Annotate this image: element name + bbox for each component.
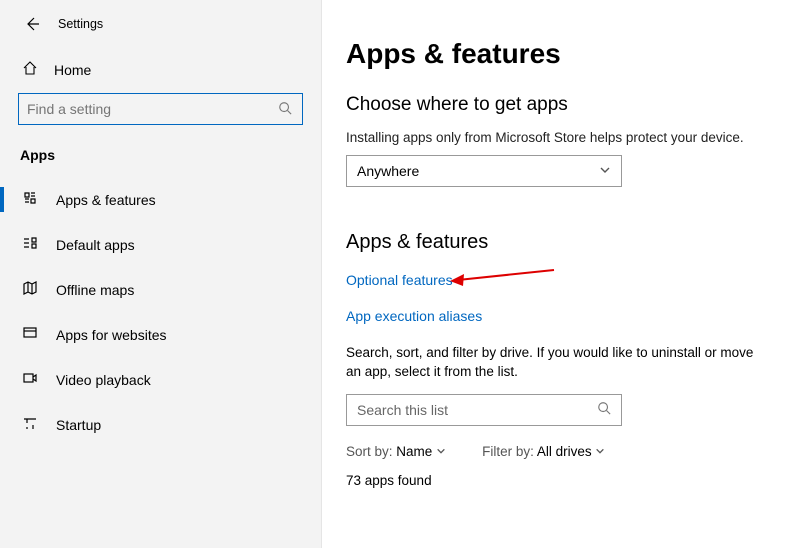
home-button[interactable]: Home: [0, 50, 321, 93]
settings-search[interactable]: [18, 93, 303, 125]
nav-label: Startup: [56, 417, 101, 433]
default-apps-icon: [22, 235, 38, 254]
nav-label: Video playback: [56, 372, 151, 388]
apps-websites-icon: [22, 325, 38, 344]
nav-label: Default apps: [56, 237, 135, 253]
section-heading: Apps: [0, 143, 321, 177]
apps-features-icon: [22, 190, 38, 209]
optional-features-link[interactable]: Optional features: [346, 272, 811, 288]
nav-apps-features[interactable]: Apps & features: [0, 177, 321, 222]
startup-icon: [22, 415, 38, 434]
app-list-search[interactable]: Search this list: [346, 394, 622, 426]
app-list-search-placeholder: Search this list: [357, 402, 448, 418]
search-icon: [268, 101, 302, 118]
filter-by[interactable]: Filter by: All drives: [482, 444, 605, 459]
home-label: Home: [54, 62, 91, 78]
page-title: Apps & features: [346, 38, 811, 70]
nav-default-apps[interactable]: Default apps: [0, 222, 321, 267]
nav-video-playback[interactable]: Video playback: [0, 357, 321, 402]
back-icon[interactable]: [24, 16, 40, 32]
home-icon: [22, 60, 38, 79]
window-title: Settings: [58, 17, 103, 31]
titlebar: Settings: [0, 10, 321, 50]
main-pane: Apps & features Choose where to get apps…: [322, 0, 811, 548]
nav-apps-for-websites[interactable]: Apps for websites: [0, 312, 321, 357]
af-description: Search, sort, and filter by drive. If yo…: [346, 344, 766, 382]
chevron-down-icon: [595, 447, 605, 459]
source-value: Anywhere: [357, 163, 419, 179]
search-icon: [597, 401, 611, 418]
sort-filter-row: Sort by: Name Filter by: All drives: [346, 444, 811, 459]
nav-offline-maps[interactable]: Offline maps: [0, 267, 321, 312]
app-execution-aliases-link[interactable]: App execution aliases: [346, 308, 811, 324]
sort-by[interactable]: Sort by: Name: [346, 444, 446, 459]
apps-count: 73 apps found: [346, 473, 811, 488]
choose-heading: Choose where to get apps: [346, 94, 811, 116]
nav-label: Offline maps: [56, 282, 134, 298]
choose-helper: Installing apps only from Microsoft Stor…: [346, 130, 811, 145]
sidebar: Settings Home Apps Apps & features Defau…: [0, 0, 322, 548]
source-dropdown[interactable]: Anywhere: [346, 155, 622, 187]
chevron-down-icon: [599, 164, 611, 179]
settings-search-input[interactable]: [19, 101, 268, 117]
af-heading: Apps & features: [346, 231, 811, 254]
chevron-down-icon: [436, 447, 446, 459]
video-playback-icon: [22, 370, 38, 389]
offline-maps-icon: [22, 280, 38, 299]
nav-label: Apps for websites: [56, 327, 167, 343]
nav-startup[interactable]: Startup: [0, 402, 321, 447]
nav-label: Apps & features: [56, 192, 156, 208]
